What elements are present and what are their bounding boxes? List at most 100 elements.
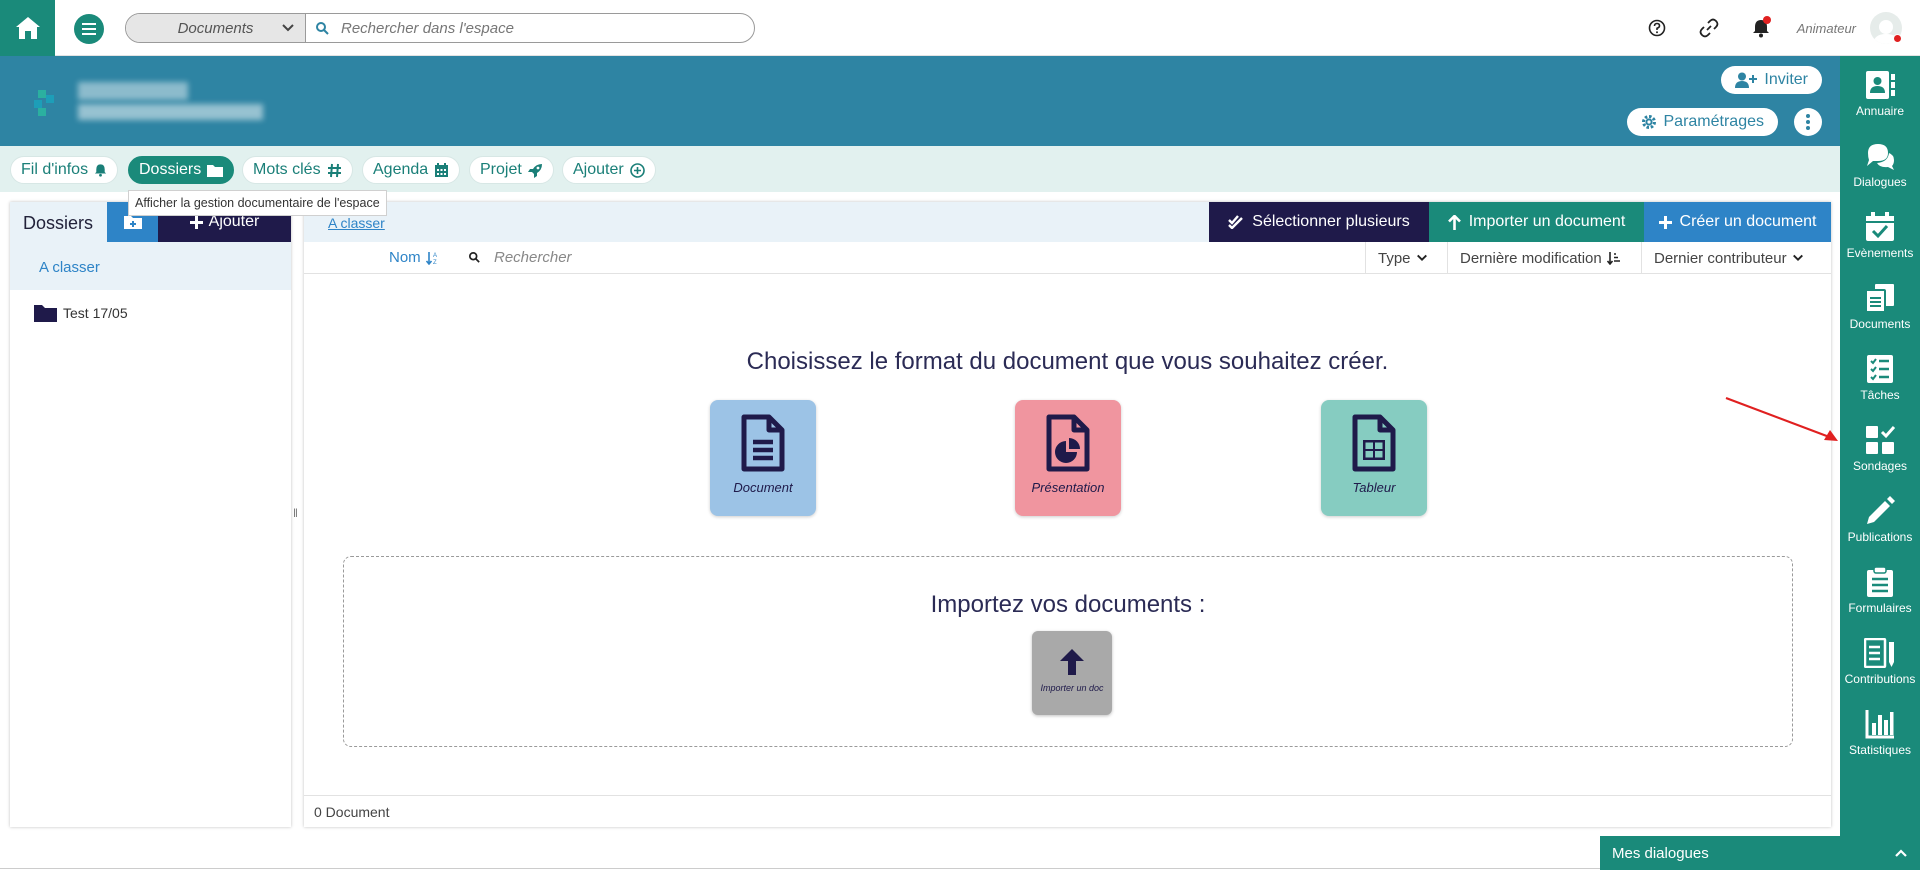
notification-badge (1762, 16, 1771, 24)
sidebar-item-label: Documents (1849, 317, 1911, 331)
folder-icon (207, 164, 224, 177)
create-presentation-card[interactable]: Présentation (1015, 400, 1121, 516)
folder-item[interactable]: Test 17/05 (10, 304, 291, 322)
create-document-card[interactable]: Document (710, 400, 816, 516)
documents-toolbar: A classer Sélectionner plusieurs Importe… (304, 202, 1831, 242)
space-banner: Inviter Paramétrages (0, 56, 1840, 146)
tab-ajouter[interactable]: Ajouter (562, 156, 656, 184)
tab-label: Mots clés (253, 161, 321, 178)
table-search-input[interactable]: Rechercher (469, 249, 572, 266)
sidebar-item-formulaires[interactable]: Formulaires (1840, 553, 1920, 624)
select-multiple-button[interactable]: Sélectionner plusieurs (1209, 202, 1429, 242)
contacts-book-icon (1866, 71, 1895, 99)
calendar-check-icon (1866, 212, 1894, 241)
create-document-button[interactable]: Créer un document (1644, 202, 1831, 242)
space-logo-icon (34, 90, 54, 116)
create-format-title: Choisissez le format du document que vou… (746, 348, 1389, 375)
panel-resize-handle[interactable]: ‖ (293, 506, 298, 520)
tab-label: Fil d'infos (21, 161, 89, 178)
space-tabs: Fil d'infos Dossiers Mots clés Agenda Pr… (0, 146, 1840, 192)
divider (0, 868, 1600, 869)
create-spreadsheet-card[interactable]: Tableur (1321, 400, 1427, 516)
import-document-button[interactable]: Importer un document (1429, 202, 1644, 242)
arrow-up-icon (1447, 214, 1461, 230)
column-last-modified-sort[interactable]: Dernière modification (1447, 242, 1641, 274)
sidebar-item-label: Annuaire (1855, 104, 1905, 118)
format-label: Tableur (1352, 480, 1396, 495)
sidebar-item-documents[interactable]: Documents (1840, 269, 1920, 340)
more-options-button[interactable] (1794, 108, 1822, 136)
bell-icon (94, 164, 107, 177)
help-icon (1648, 19, 1666, 37)
import-document-card[interactable]: Importer un doc (1032, 631, 1112, 715)
menu-button[interactable] (74, 14, 104, 44)
sidebar-item-sondages[interactable]: Sondages (1840, 411, 1920, 482)
svg-text:A: A (433, 253, 437, 259)
sidebar-item-contributions[interactable]: Contributions (1840, 624, 1920, 695)
settings-button[interactable]: Paramétrages (1626, 108, 1778, 136)
import-document-label: Importer un document (1468, 213, 1626, 230)
my-dialogs-bar[interactable]: Mes dialogues (1600, 836, 1920, 870)
format-label: Présentation (1031, 480, 1105, 495)
folder-plus-icon (123, 216, 142, 229)
search-scope-select[interactable]: Documents (126, 14, 306, 42)
pencil-icon (1867, 496, 1895, 524)
gear-icon (1641, 115, 1656, 129)
search-input[interactable]: Rechercher dans l'espace (306, 20, 754, 37)
search-scope-value: Documents (177, 19, 254, 37)
format-label: Document (733, 480, 793, 495)
import-title: Importez vos documents : (930, 591, 1206, 618)
column-last-contributor-label: Dernier contributeur (1654, 249, 1787, 267)
link-button[interactable] (1683, 0, 1735, 56)
column-name-sort[interactable]: Nom A Z (389, 249, 440, 266)
home-button[interactable] (0, 0, 55, 56)
tab-mots-cles[interactable]: Mots clés (242, 156, 353, 184)
settings-label: Paramétrages (1663, 113, 1765, 130)
sidebar-item-label: Dialogues (1853, 175, 1907, 189)
hashtag-icon (327, 163, 341, 177)
chevron-up-icon (1895, 849, 1907, 857)
sidebar-item-taches[interactable]: Tâches (1840, 340, 1920, 411)
plus-icon (189, 215, 203, 229)
chevron-down-icon (1416, 254, 1427, 262)
invite-button[interactable]: Inviter (1721, 66, 1822, 94)
help-button[interactable] (1631, 0, 1683, 56)
create-document-label: Créer un document (1679, 213, 1817, 230)
tab-dossiers[interactable]: Dossiers (128, 156, 235, 184)
chevron-down-icon (282, 24, 294, 32)
clipboard-list-icon (1867, 567, 1893, 597)
plus-icon (1658, 215, 1672, 229)
notifications-button[interactable] (1735, 0, 1787, 56)
hamburger-icon (82, 23, 96, 35)
tab-projet[interactable]: Projet (469, 156, 554, 184)
rocket-icon (527, 163, 542, 178)
sidebar-item-dialogues[interactable]: Dialogues (1840, 127, 1920, 198)
sidebar-item-statistiques[interactable]: Statistiques (1840, 695, 1920, 766)
tab-agenda[interactable]: Agenda (362, 156, 461, 184)
breadcrumb[interactable]: A classer (328, 215, 385, 231)
sidebar-item-label: Publications (1847, 530, 1913, 544)
search-icon (316, 21, 329, 35)
tooltip: Afficher la gestion documentaire de l'es… (128, 190, 387, 216)
right-sidebar: Annuaire Dialogues Evènements Documents (1840, 56, 1920, 836)
column-last-contributor-filter[interactable]: Dernier contributeur (1641, 242, 1831, 274)
svg-text:Z: Z (433, 260, 437, 265)
calendar-icon (435, 162, 449, 177)
chat-bubbles-icon (1867, 144, 1894, 170)
top-actions: Animateur (1631, 0, 1920, 56)
sidebar-item-publications[interactable]: Publications (1840, 482, 1920, 553)
folders-panel-title: Dossiers (23, 213, 94, 233)
documents-panel: A classer Sélectionner plusieurs Importe… (304, 202, 1831, 827)
tab-fil-infos[interactable]: Fil d'infos (10, 156, 119, 184)
task-list-icon (1867, 355, 1893, 383)
sidebar-item-evenements[interactable]: Evènements (1840, 198, 1920, 269)
double-check-icon (1228, 215, 1244, 229)
arrow-up-icon (1060, 649, 1084, 675)
column-type-filter[interactable]: Type (1365, 242, 1447, 274)
import-dropzone[interactable]: Importez vos documents : Importer un doc (343, 556, 1793, 747)
sidebar-item-annuaire[interactable]: Annuaire (1840, 56, 1920, 127)
folder-item-a-classer[interactable]: A classer (10, 242, 291, 290)
chevron-down-icon (1792, 254, 1803, 262)
table-search-placeholder: Rechercher (494, 249, 572, 266)
tab-label: Projet (480, 161, 522, 178)
